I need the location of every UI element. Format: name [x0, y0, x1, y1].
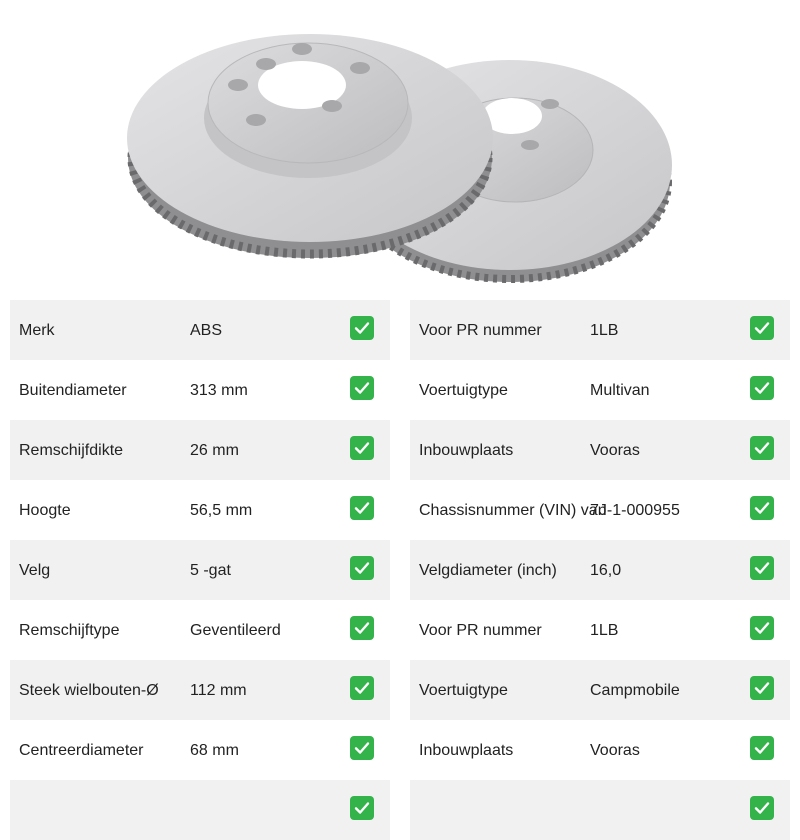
spec-row: Remschijfdikte 26 mm [10, 420, 390, 480]
spec-row: Hoogte 56,5 mm [10, 480, 390, 540]
spec-row: Voertuigtype Multivan [410, 360, 790, 420]
spec-value: 26 mm [190, 442, 239, 459]
spec-row: Inbouwplaats Vooras [410, 720, 790, 780]
spec-label: Inbouwplaats [419, 742, 514, 759]
spec-value: 112 mm [190, 682, 247, 699]
spec-label: Voertuigtype [419, 382, 508, 399]
spec-value: Multivan [590, 382, 650, 399]
spec-table-right: Voor PR nummer 1LB Voertuigtype Multivan… [410, 300, 790, 840]
spec-value: 68 mm [190, 742, 239, 759]
spec-row: Velg 5 -gat [10, 540, 390, 600]
spec-row: Inbouwplaats Vooras [410, 420, 790, 480]
spec-value: 56,5 mm [190, 502, 253, 519]
front-brake-disc [127, 34, 493, 259]
spec-label: Steek wielbouten-Ø [19, 682, 159, 699]
check-mark-icon [750, 556, 774, 580]
check-mark-icon [350, 736, 374, 760]
spec-row: Chassisnummer (VIN) van 7J-1-000955 [410, 480, 790, 540]
spec-value: Campmobile [590, 682, 680, 699]
spec-label: Remschijftype [19, 622, 120, 639]
spec-table-left: Merk ABS Buitendiameter 313 mm Remschijf… [10, 300, 390, 840]
check-mark-icon [350, 316, 374, 340]
spec-value: 1LB [590, 322, 619, 339]
spec-value: 5 -gat [190, 562, 231, 579]
spec-value: 313 mm [190, 382, 248, 399]
spec-row: Merk ABS [10, 300, 390, 360]
check-mark-icon [350, 436, 374, 460]
spec-row: Voertuigtype Campmobile [410, 660, 790, 720]
spec-label: Voertuigtype [419, 682, 508, 699]
check-mark-icon [350, 376, 374, 400]
check-mark-icon [350, 676, 374, 700]
check-mark-icon [750, 376, 774, 400]
spec-label: Inbouwplaats [419, 442, 514, 459]
check-mark-icon [750, 616, 774, 640]
check-mark-icon [750, 496, 774, 520]
check-mark-icon [750, 676, 774, 700]
check-mark-icon [350, 556, 374, 580]
spec-label: Voor PR nummer [419, 622, 542, 639]
spec-value: 7J-1-000955 [590, 502, 680, 519]
spec-row: Remschijftype Geventileerd [10, 600, 390, 660]
spec-label: Buitendiameter [19, 382, 127, 399]
spec-value: Geventileerd [190, 622, 281, 639]
spec-label: Hoogte [19, 502, 71, 519]
spec-label: Voor PR nummer [419, 322, 542, 339]
spec-label: Velgdiameter (inch) [419, 562, 557, 579]
check-mark-icon [750, 316, 774, 340]
spec-row [10, 780, 390, 840]
spec-value: Vooras [590, 742, 640, 759]
check-mark-icon [350, 496, 374, 520]
spec-row: Buitendiameter 313 mm [10, 360, 390, 420]
spec-row: Centreerdiameter 68 mm [10, 720, 390, 780]
check-mark-icon [750, 736, 774, 760]
spec-label: Remschijfdikte [19, 442, 124, 459]
spec-value: Vooras [590, 442, 640, 459]
check-mark-icon [750, 436, 774, 460]
spec-value: ABS [190, 322, 223, 339]
spec-label: Centreerdiameter [19, 742, 144, 759]
spec-row: Voor PR nummer 1LB [410, 600, 790, 660]
check-mark-icon [350, 616, 374, 640]
spec-row: Steek wielbouten-Ø 112 mm [10, 660, 390, 720]
spec-value: 1LB [590, 622, 619, 639]
spec-label: Chassisnummer (VIN) van [419, 502, 607, 519]
spec-label: Merk [19, 322, 55, 339]
brake-disc-image [127, 34, 672, 283]
spec-value: 16,0 [590, 562, 622, 579]
spec-row: Voor PR nummer 1LB [410, 300, 790, 360]
spec-row [410, 780, 790, 840]
spec-label: Velg [19, 562, 51, 579]
spec-row: Velgdiameter (inch) 16,0 [410, 540, 790, 600]
